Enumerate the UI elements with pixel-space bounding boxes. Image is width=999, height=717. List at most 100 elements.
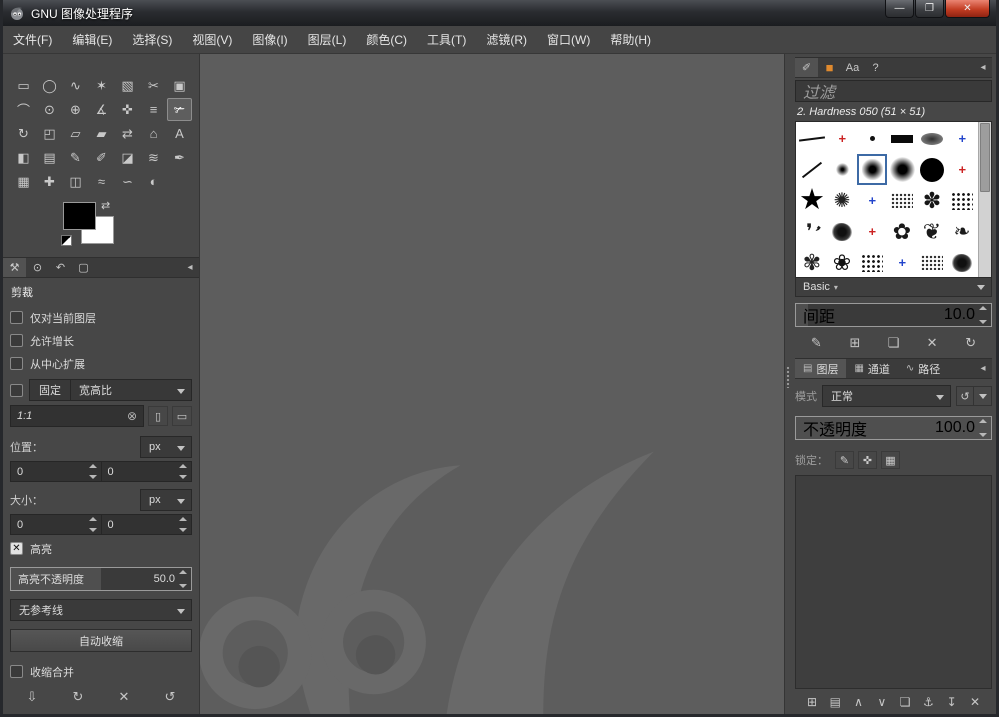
menu-item[interactable]: 帮助(H)	[600, 26, 661, 53]
blend-tool[interactable]: ▤	[37, 146, 62, 169]
drag-handle-icon[interactable]	[786, 366, 790, 388]
undo-history-tab[interactable]: ↶	[49, 258, 72, 277]
duplicate-layer-button[interactable]: ❏	[894, 695, 916, 709]
anchor-layer-button[interactable]: ⚓	[917, 695, 939, 709]
brush-item[interactable]	[857, 247, 887, 277]
brush-tag-filter[interactable]: Basic ▾	[795, 278, 992, 297]
titlebar[interactable]: GNU 图像处理程序 — ❐ ✕	[3, 0, 996, 26]
pencil-tool[interactable]: ✎	[63, 146, 88, 169]
brush-item[interactable]	[947, 185, 977, 216]
size-unit-combo[interactable]: px	[140, 489, 192, 511]
brush-item[interactable]	[947, 247, 977, 277]
device-status-tab[interactable]: ⊙	[26, 258, 49, 277]
option-checkbox-row[interactable]: 从中心扩展	[10, 352, 192, 375]
spinner-arrows[interactable]	[179, 570, 189, 588]
eraser-tool[interactable]: ◪	[115, 146, 140, 169]
brush-filter-input[interactable]: 过滤	[795, 80, 992, 102]
option-checkbox-row[interactable]: 允许增长	[10, 329, 192, 352]
shear-tool[interactable]: ▱	[63, 122, 88, 145]
measure-tool[interactable]: ∡	[89, 98, 114, 121]
maximize-button[interactable]: ❐	[915, 0, 944, 18]
position-x-input[interactable]: 0	[10, 461, 102, 482]
menu-item[interactable]: 视图(V)	[182, 26, 242, 53]
document-history-tab[interactable]: ?	[864, 58, 887, 77]
merge-down-button[interactable]: ↧	[941, 695, 963, 709]
menu-item[interactable]: 选择(S)	[122, 26, 182, 53]
move-tool[interactable]: ✜	[115, 98, 140, 121]
brush-item[interactable]	[917, 123, 947, 154]
guides-combo[interactable]: 无参考线	[10, 599, 192, 621]
refresh-brushes-button[interactable]: ↻	[960, 335, 982, 351]
smudge-tool[interactable]: ∽	[115, 170, 140, 193]
checkbox[interactable]	[10, 334, 23, 347]
highlight-checkbox[interactable]	[10, 542, 23, 555]
tool-options-tab[interactable]: ⚒	[3, 258, 26, 277]
spinner-arrows[interactable]	[179, 517, 189, 532]
delete-brush-button[interactable]: ✕	[921, 335, 943, 351]
fuzzy-select-tool[interactable]: ✶	[89, 74, 114, 97]
rectangle-select-tool[interactable]: ▭	[11, 74, 36, 97]
scale-tool[interactable]: ◰	[37, 122, 62, 145]
dodge-burn-tool[interactable]: ◐	[141, 170, 166, 193]
new-layer-button[interactable]: ⊞	[801, 695, 823, 709]
spinner-arrows[interactable]	[179, 464, 189, 479]
brush-item[interactable]	[887, 185, 917, 216]
shrink-merged-row[interactable]: 收缩合并	[10, 660, 192, 681]
brush-item[interactable]	[917, 247, 947, 277]
brush-item[interactable]	[827, 216, 857, 247]
layer-mode-combo[interactable]: 正常	[822, 385, 951, 407]
lower-layer-button[interactable]: ∨	[871, 695, 893, 709]
spinner-arrows[interactable]	[88, 464, 99, 479]
rotate-tool[interactable]: ↻	[11, 122, 36, 145]
heal-tool[interactable]: ✚	[37, 170, 62, 193]
brush-item[interactable]	[797, 154, 827, 185]
reset-colors-icon[interactable]	[61, 235, 72, 246]
mode-switch-button[interactable]	[974, 386, 992, 406]
scissors-select-tool[interactable]: ✂	[141, 74, 166, 97]
ink-tool[interactable]: ✒	[167, 146, 192, 169]
menu-item[interactable]: 编辑(E)	[62, 26, 122, 53]
align-tool[interactable]: ≡	[141, 98, 166, 121]
minimize-button[interactable]: —	[885, 0, 914, 18]
lock-alpha-button[interactable]: ▦	[881, 451, 900, 469]
brush-spacing-slider[interactable]: 间距 10.0	[795, 303, 992, 327]
fixed-checkbox[interactable]	[10, 383, 23, 397]
free-select-tool[interactable]: ∿	[63, 74, 88, 97]
brush-item[interactable]	[827, 154, 857, 185]
brush-item[interactable]	[857, 185, 887, 216]
lock-pixels-button[interactable]: ✎	[835, 451, 854, 469]
swap-colors-icon[interactable]: ⇄	[101, 199, 110, 212]
save-options-button[interactable]: ⇩	[21, 689, 43, 705]
new-brush-button[interactable]: ⊞	[844, 335, 866, 351]
option-checkbox-row[interactable]: 仅对当前图层	[10, 306, 192, 329]
duplicate-brush-button[interactable]: ❏	[882, 335, 904, 351]
perspective-tool[interactable]: ▰	[89, 122, 114, 145]
brush-item[interactable]	[857, 123, 887, 154]
patterns-tab[interactable]: ■	[818, 58, 841, 77]
scrollbar-thumb[interactable]	[980, 123, 990, 192]
spinner-arrows[interactable]	[979, 306, 989, 324]
panel-menu-button[interactable]: ◂	[181, 258, 199, 277]
brush-item[interactable]	[827, 123, 857, 154]
menu-item[interactable]: 窗口(W)	[537, 26, 600, 53]
panel-menu-button[interactable]: ◂	[974, 58, 992, 77]
text-tool[interactable]: A	[167, 122, 192, 145]
dock-resize-gutter[interactable]	[785, 54, 791, 714]
restore-options-button[interactable]: ↻	[67, 689, 89, 705]
brush-item[interactable]	[947, 123, 977, 154]
cage-transform-tool[interactable]: ⌂	[141, 122, 166, 145]
paintbrush-tool[interactable]: ✐	[89, 146, 114, 169]
new-group-button[interactable]: ▤	[824, 695, 846, 709]
brush-item[interactable]	[947, 216, 977, 247]
portrait-icon[interactable]: ▯	[148, 406, 168, 426]
brush-item[interactable]	[857, 216, 887, 247]
delete-options-button[interactable]: ✕	[113, 689, 135, 705]
paths-tool[interactable]: ⌒	[11, 98, 36, 121]
brush-item[interactable]	[797, 123, 827, 154]
airbrush-tool[interactable]: ≋	[141, 146, 166, 169]
select-by-color-tool[interactable]: ▧	[115, 74, 140, 97]
brush-item[interactable]	[887, 123, 917, 154]
brush-item[interactable]	[827, 185, 857, 216]
brush-item[interactable]	[797, 247, 827, 277]
brush-item[interactable]	[797, 185, 827, 216]
